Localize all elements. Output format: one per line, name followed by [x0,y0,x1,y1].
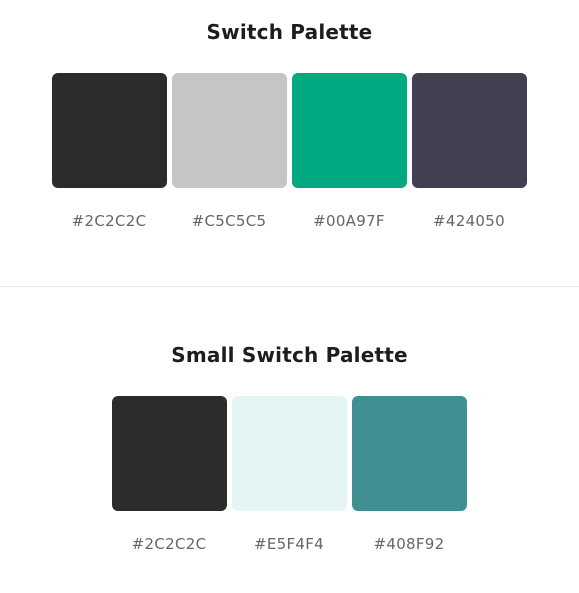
color-hex-label: #424050 [433,212,505,230]
palette-title: Small Switch Palette [171,343,408,367]
color-hex-label: #00A97F [313,212,385,230]
color-swatch [52,73,167,188]
small-switch-palette-section: Small Switch Palette #2C2C2C #E5F4F4 #40… [0,287,579,593]
color-hex-label: #408F92 [373,535,445,553]
color-hex-label: #2C2C2C [131,535,207,553]
color-swatch [232,396,347,511]
color-hex-label: #C5C5C5 [191,212,267,230]
color-hex-label: #2C2C2C [71,212,147,230]
palette-title: Switch Palette [206,20,373,44]
color-swatch [292,73,407,188]
color-hex-label: #E5F4F4 [253,535,325,553]
color-swatch [412,73,527,188]
color-swatch [172,73,287,188]
switch-palette-section: Switch Palette #2C2C2C #C5C5C5 #00A97F #… [0,0,579,286]
color-swatch [352,396,467,511]
color-swatch [112,396,227,511]
